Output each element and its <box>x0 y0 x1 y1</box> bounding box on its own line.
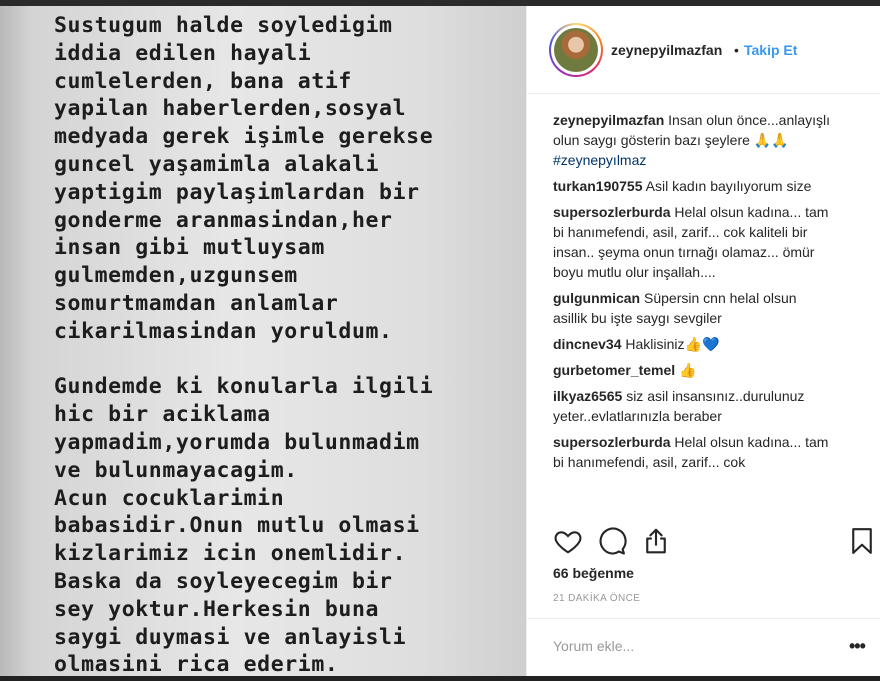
comment-item: dincnev34 Haklisiniz👍💙 <box>553 334 853 354</box>
avatar-border <box>551 25 601 75</box>
header-username[interactable]: zeynepyilmazfan <box>611 42 722 58</box>
heart-icon[interactable] <box>553 526 583 556</box>
post-image-text: Sustugum halde soyledigim iddia edilen h… <box>54 13 434 676</box>
more-options-button[interactable]: ••• <box>849 637 866 655</box>
blue-heart-emoji: 💙 <box>701 336 720 352</box>
post-timestamp: 21 DAKİKA ÖNCE <box>553 593 641 604</box>
follow-button[interactable]: Takip Et <box>744 42 797 58</box>
comment-input[interactable] <box>553 635 833 657</box>
thumbs-up-emoji: 👍 <box>679 362 697 378</box>
comment-username[interactable]: gulgunmican <box>553 290 640 306</box>
bottom-strip <box>0 676 880 681</box>
comment-item: gulgunmican Süpersin cnn helal olsun asi… <box>553 288 853 328</box>
post-actions <box>553 526 880 556</box>
share-icon[interactable] <box>641 526 671 556</box>
comment-username[interactable]: gurbetomer_temel <box>553 362 675 378</box>
caption-username[interactable]: zeynepyilmazfan <box>553 112 664 128</box>
post-header: zeynepyilmazfan • Takip Et <box>527 6 880 94</box>
avatar[interactable] <box>549 23 603 77</box>
bookmark-icon[interactable] <box>847 526 877 556</box>
header-separator: • <box>734 42 739 58</box>
post-image: Sustugum halde soyledigim iddia edilen h… <box>0 6 526 676</box>
comment-item: turkan190755 Asil kadın bayılıyorum size <box>553 176 853 196</box>
caption-hashtag[interactable]: #zeynepyılmaz <box>553 152 646 168</box>
comment-item: ilkyaz6565 siz asil insansınız..durulunu… <box>553 386 853 426</box>
comment-item: gurbetomer_temel 👍 <box>553 360 853 380</box>
comment-username[interactable]: turkan190755 <box>553 178 643 194</box>
comment-username[interactable]: ilkyaz6565 <box>553 388 622 404</box>
comment-username[interactable]: supersozlerburda <box>553 434 670 450</box>
comment-text: Asil kadın bayılıyorum size <box>645 178 812 194</box>
add-comment-bar: ••• <box>527 618 880 676</box>
comment-icon[interactable] <box>597 526 627 556</box>
comment-item: supersozlerburda Helal olsun kadına... t… <box>553 432 853 472</box>
comments-list[interactable]: zeynepyilmazfan Insan olun önce...anlayı… <box>553 110 853 518</box>
thumbs-up-emoji: 👍 <box>684 336 702 352</box>
caption: zeynepyilmazfan Insan olun önce...anlayı… <box>553 110 853 170</box>
likes-count[interactable]: 66 beğenme <box>553 565 634 581</box>
comment-text: Haklisiniz <box>625 336 685 352</box>
comment-username[interactable]: supersozlerburda <box>553 204 670 220</box>
comment-username[interactable]: dincnev34 <box>553 336 621 352</box>
comment-item: supersozlerburda Helal olsun kadına... t… <box>553 202 853 282</box>
avatar-image <box>554 28 598 72</box>
post-side-panel: zeynepyilmazfan • Takip Et zeynepyilmazf… <box>526 6 880 676</box>
